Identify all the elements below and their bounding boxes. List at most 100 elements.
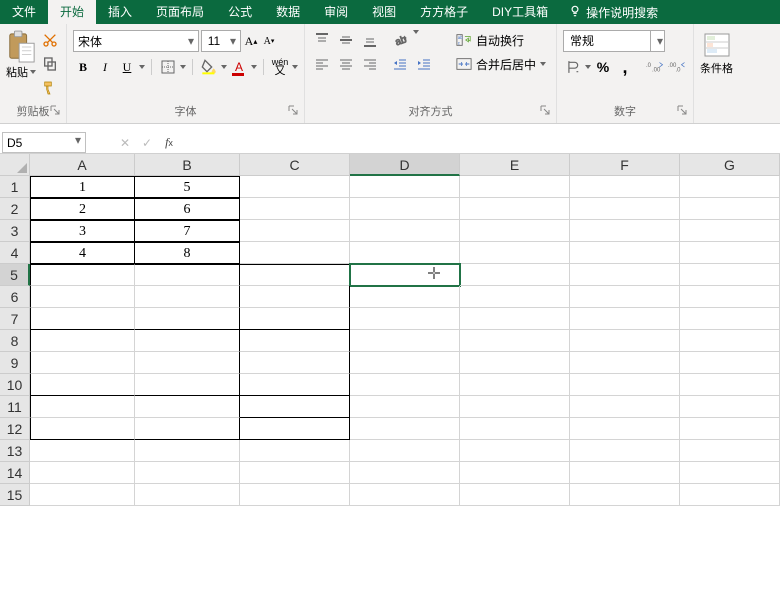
align-middle-button[interactable] [335,30,357,50]
cell-A7[interactable] [30,308,135,330]
cell-B2[interactable]: 6 [135,198,240,220]
cell-D15[interactable] [350,484,460,506]
cell-F12[interactable] [570,418,680,440]
merge-center-button[interactable]: 合并后居中 [452,54,550,74]
cell-E11[interactable] [460,396,570,418]
tab-file[interactable]: 文件 [0,0,48,24]
cell-B6[interactable] [135,286,240,308]
underline-button[interactable]: U [117,57,137,77]
copy-button[interactable] [40,54,60,74]
enter-formula-button[interactable]: ✓ [136,133,158,153]
tab-home[interactable]: 开始 [48,0,96,24]
tab-data[interactable]: 数据 [264,0,312,24]
row-header-11[interactable]: 11 [0,396,30,418]
cell-E4[interactable] [460,242,570,264]
row-header-15[interactable]: 15 [0,484,30,506]
chevron-down-icon[interactable]: ▾ [184,34,198,48]
tab-diy[interactable]: DIY工具箱 [480,0,560,24]
insert-function-button[interactable]: fx [158,133,180,153]
accounting-format-button[interactable] [563,57,583,77]
cell-B7[interactable] [135,308,240,330]
dialog-launcher-icon[interactable] [50,105,60,115]
cell-A11[interactable] [30,396,135,418]
borders-button[interactable] [158,57,178,77]
cell-A12[interactable] [30,418,135,440]
row-header-12[interactable]: 12 [0,418,30,440]
cell-D1[interactable] [350,176,460,198]
align-left-button[interactable] [311,54,333,74]
paste-button[interactable]: 粘贴 [6,26,36,80]
cell-E9[interactable] [460,352,570,374]
cell-D5[interactable] [350,264,460,286]
row-header-2[interactable]: 2 [0,198,30,220]
cell-C4[interactable] [240,242,350,264]
select-all-corner[interactable] [0,154,30,176]
cell-D14[interactable] [350,462,460,484]
cell-G3[interactable] [680,220,780,242]
chevron-down-icon[interactable] [292,65,298,69]
tab-formulas[interactable]: 公式 [216,0,264,24]
cell-G6[interactable] [680,286,780,308]
italic-button[interactable]: I [95,57,115,77]
increase-font-button[interactable]: A▴ [243,32,259,50]
cell-D6[interactable] [350,286,460,308]
cell-E8[interactable] [460,330,570,352]
cell-B10[interactable] [135,374,240,396]
percent-button[interactable]: % [593,57,613,77]
dialog-launcher-icon[interactable] [288,105,298,115]
chevron-down-icon[interactable] [251,65,257,69]
chevron-down-icon[interactable] [585,65,591,69]
cell-C11[interactable] [240,396,350,418]
row-header-8[interactable]: 8 [0,330,30,352]
font-name-combo[interactable]: ▾ [73,30,199,52]
align-right-button[interactable] [359,54,381,74]
cell-F6[interactable] [570,286,680,308]
cell-C10[interactable] [240,374,350,396]
cell-F2[interactable] [570,198,680,220]
cell-F3[interactable] [570,220,680,242]
cell-E3[interactable] [460,220,570,242]
dialog-launcher-icon[interactable] [677,105,687,115]
decrease-decimal-button[interactable]: .00.0 [667,57,687,77]
cell-D11[interactable] [350,396,460,418]
col-header-E[interactable]: E [460,154,570,176]
cell-D2[interactable] [350,198,460,220]
increase-indent-button[interactable] [413,54,435,74]
cell-G11[interactable] [680,396,780,418]
cell-A14[interactable] [30,462,135,484]
font-color-button[interactable]: A [229,57,249,77]
decrease-font-button[interactable]: A▾ [261,32,277,50]
col-header-F[interactable]: F [570,154,680,176]
cell-E6[interactable] [460,286,570,308]
tab-insert[interactable]: 插入 [96,0,144,24]
cell-B3[interactable]: 7 [135,220,240,242]
cell-A6[interactable] [30,286,135,308]
cell-F10[interactable] [570,374,680,396]
number-format-combo[interactable]: 常规▾ [563,30,665,52]
cell-F1[interactable] [570,176,680,198]
cell-A10[interactable] [30,374,135,396]
cell-G7[interactable] [680,308,780,330]
cell-F7[interactable] [570,308,680,330]
cell-F4[interactable] [570,242,680,264]
increase-decimal-button[interactable]: .0.00 [645,57,665,77]
cell-G10[interactable] [680,374,780,396]
decrease-indent-button[interactable] [389,54,411,74]
cell-A9[interactable] [30,352,135,374]
cell-G13[interactable] [680,440,780,462]
row-header-10[interactable]: 10 [0,374,30,396]
row-header-1[interactable]: 1 [0,176,30,198]
cell-E14[interactable] [460,462,570,484]
tab-ffgz[interactable]: 方方格子 [408,0,480,24]
tab-page-layout[interactable]: 页面布局 [144,0,216,24]
row-header-14[interactable]: 14 [0,462,30,484]
cell-C7[interactable] [240,308,350,330]
tab-review[interactable]: 审阅 [312,0,360,24]
cell-C15[interactable] [240,484,350,506]
cell-D3[interactable] [350,220,460,242]
cell-F9[interactable] [570,352,680,374]
cut-button[interactable] [40,30,60,50]
cell-C3[interactable] [240,220,350,242]
cell-G2[interactable] [680,198,780,220]
row-header-4[interactable]: 4 [0,242,30,264]
